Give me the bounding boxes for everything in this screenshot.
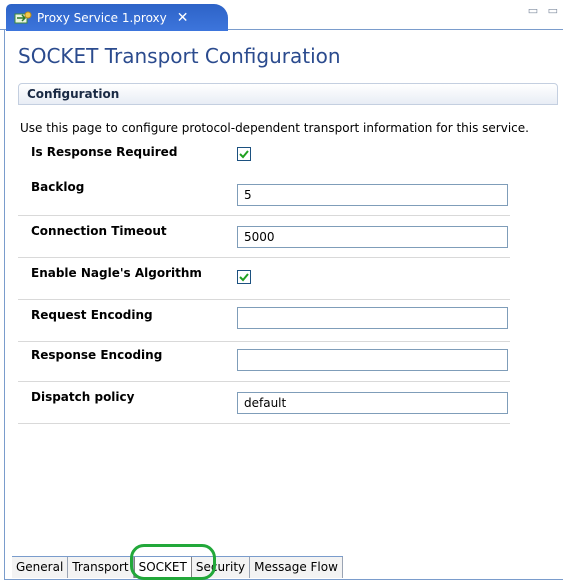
row-is-response-required: Is Response Required xyxy=(18,142,510,166)
enable-nagle-checkbox[interactable] xyxy=(237,270,251,284)
row-backlog: Backlog xyxy=(18,174,510,216)
editor-tab-strip: Proxy Service 1.proxy ✕ ▭ ▭ xyxy=(0,0,563,31)
request-encoding-label: Request Encoding xyxy=(31,308,153,322)
tab-socket[interactable]: SOCKET xyxy=(133,557,192,578)
response-encoding-field[interactable] xyxy=(237,349,508,371)
proxy-service-icon xyxy=(14,11,32,25)
row-enable-nagle: Enable Nagle's Algorithm xyxy=(18,258,510,300)
tab-message-flow[interactable]: Message Flow xyxy=(250,557,343,578)
dispatch-policy-label: Dispatch policy xyxy=(31,390,135,404)
response-encoding-label: Response Encoding xyxy=(31,348,163,362)
connection-timeout-label: Connection Timeout xyxy=(31,224,167,238)
dispatch-policy-field[interactable] xyxy=(237,392,508,414)
page-tabs: General Transport SOCKET Security Messag… xyxy=(12,556,343,578)
tab-security[interactable]: Security xyxy=(191,557,251,578)
tab-proxy-service[interactable]: Proxy Service 1.proxy ✕ xyxy=(6,4,228,31)
section-header: Configuration xyxy=(18,83,558,105)
connection-timeout-field[interactable] xyxy=(237,226,508,248)
backlog-field[interactable] xyxy=(237,184,508,206)
tab-transport[interactable]: Transport xyxy=(68,557,134,578)
checkmark-icon xyxy=(239,150,249,159)
tab-general[interactable]: General xyxy=(12,557,69,578)
backlog-label: Backlog xyxy=(31,180,85,194)
checkmark-icon xyxy=(239,273,249,282)
row-response-encoding: Response Encoding xyxy=(18,342,510,382)
request-encoding-field[interactable] xyxy=(237,307,508,329)
page-title: SOCKET Transport Configuration xyxy=(18,44,341,68)
tab-title: Proxy Service 1.proxy xyxy=(37,10,167,25)
window-controls[interactable]: ▭ ▭ xyxy=(528,4,561,17)
row-connection-timeout: Connection Timeout xyxy=(18,216,510,258)
section-description: Use this page to configure protocol-depe… xyxy=(20,121,529,135)
is-response-required-checkbox[interactable] xyxy=(237,147,251,161)
close-icon[interactable]: ✕ xyxy=(177,10,189,26)
row-dispatch-policy: Dispatch policy xyxy=(18,382,510,424)
enable-nagle-label: Enable Nagle's Algorithm xyxy=(31,266,202,280)
row-request-encoding: Request Encoding xyxy=(18,300,510,342)
is-response-required-label: Is Response Required xyxy=(31,145,178,159)
